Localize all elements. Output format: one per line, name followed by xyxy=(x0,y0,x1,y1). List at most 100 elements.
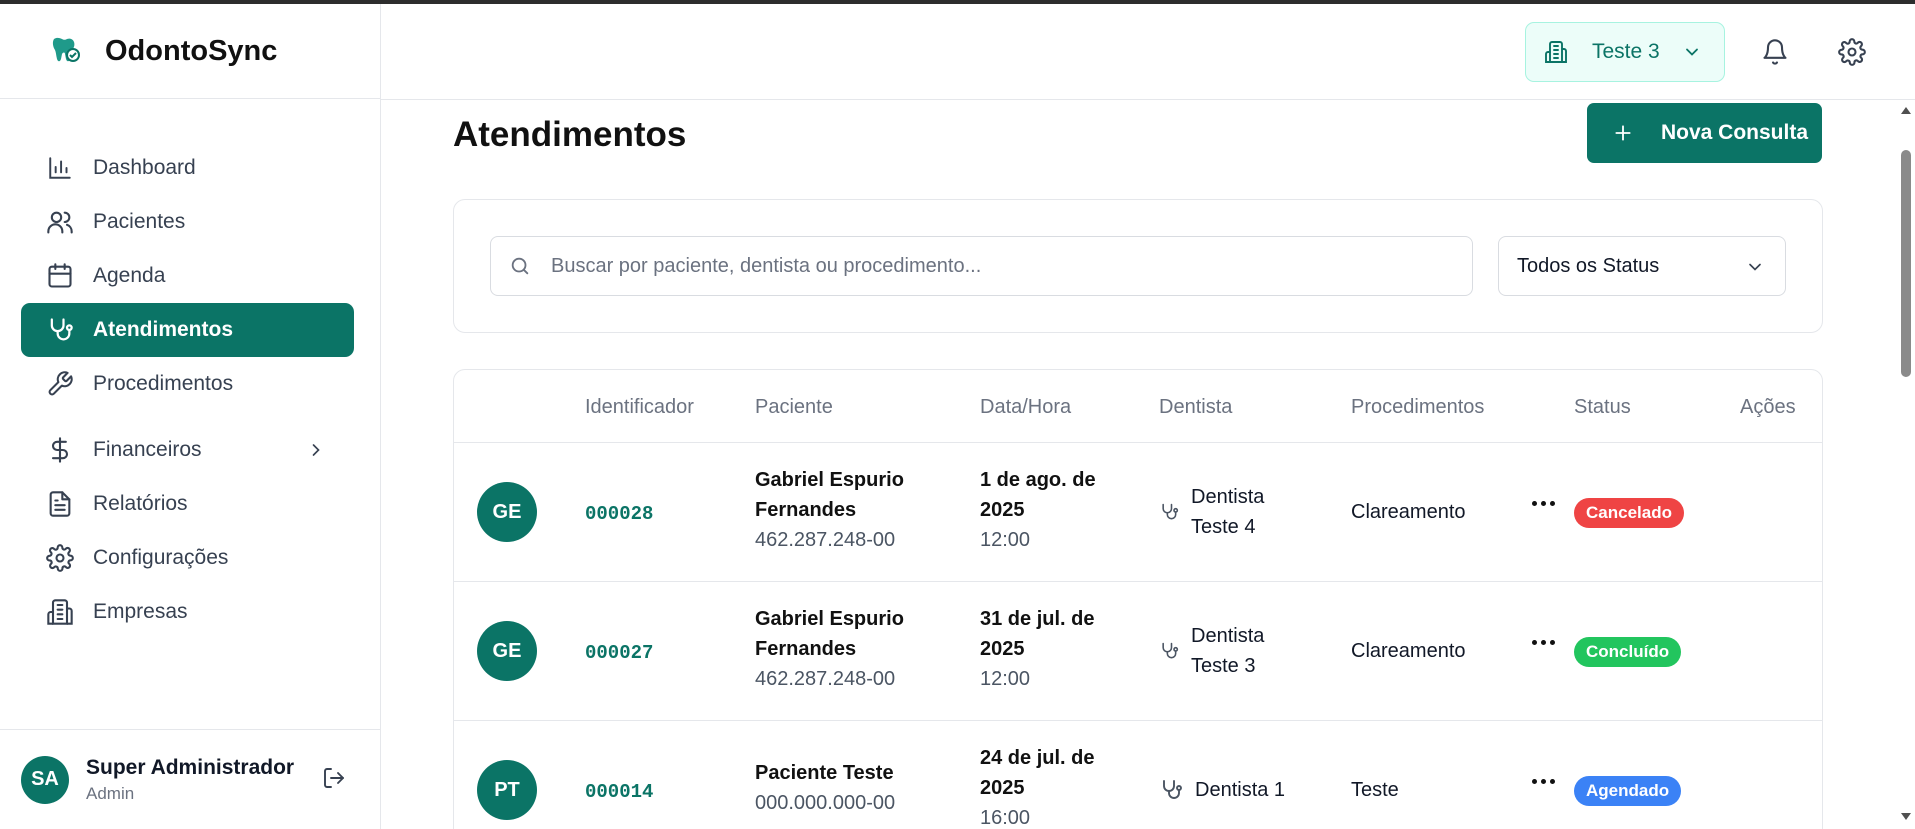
stethoscope-icon xyxy=(45,315,75,345)
appointment-id[interactable]: 000028 xyxy=(585,503,653,525)
sidebar-item-atendimentos[interactable]: Atendimentos xyxy=(21,303,354,357)
appointment-date: 31 de jul. de xyxy=(980,608,1095,630)
procedure-cell: Clareamento xyxy=(1351,640,1466,662)
appointments-table: Identificador Paciente Data/Hora Dentist… xyxy=(453,369,1823,829)
sidebar-item-procedimentos[interactable]: Procedimentos xyxy=(21,357,354,411)
logout-icon[interactable] xyxy=(322,766,346,795)
company-name: Teste 3 xyxy=(1592,40,1660,63)
dollar-icon xyxy=(45,435,75,465)
top-header: Teste 3 xyxy=(381,4,1915,100)
status-filter-value: Todos os Status xyxy=(1517,254,1660,277)
dentist-name: Teste 3 xyxy=(1191,655,1256,677)
avatar: SA xyxy=(21,755,69,804)
appointment-time: 12:00 xyxy=(980,668,1031,690)
sidebar-item-dashboard[interactable]: Dashboard xyxy=(21,141,354,195)
building-icon xyxy=(45,597,75,627)
sidebar-item-label: Configurações xyxy=(93,546,229,569)
scroll-down-arrow-icon[interactable] xyxy=(1901,813,1911,820)
sidebar-item-label: Agenda xyxy=(93,264,166,287)
table-row[interactable]: PT 000014 Paciente Teste 000.000.000-00 … xyxy=(454,721,1822,829)
patient-name: Gabriel Espurio xyxy=(755,608,904,630)
appointment-time: 12:00 xyxy=(980,529,1031,551)
scroll-up-arrow-icon[interactable] xyxy=(1901,107,1911,114)
sidebar-item-label: Pacientes xyxy=(93,210,186,233)
stethoscope-icon xyxy=(1159,778,1183,802)
appointment-id[interactable]: 000014 xyxy=(585,781,653,803)
dentist-name: Dentista xyxy=(1191,625,1265,647)
appointment-time: 16:00 xyxy=(980,807,1031,829)
patient-name: Paciente Teste xyxy=(755,762,894,784)
column-header[interactable]: Data/Hora xyxy=(980,396,1071,419)
patient-cpf: 000.000.000-00 xyxy=(755,792,896,814)
row-actions-menu-icon[interactable] xyxy=(1532,779,1555,784)
status-badge: Agendado xyxy=(1574,776,1682,806)
gear-icon[interactable] xyxy=(1838,38,1866,71)
user-role: Admin xyxy=(86,783,135,803)
row-actions-menu-icon[interactable] xyxy=(1532,640,1555,645)
appointment-date: 2025 xyxy=(980,638,1025,660)
column-header[interactable]: Procedimentos xyxy=(1351,396,1484,419)
table-row[interactable]: GE 000028 Gabriel Espurio Fernandes 462.… xyxy=(454,443,1822,582)
new-consultation-button[interactable]: Nova Consulta xyxy=(1587,103,1822,163)
vertical-scrollbar[interactable] xyxy=(1897,100,1915,829)
avatar: GE xyxy=(477,482,537,542)
wrench-icon xyxy=(45,369,75,399)
sidebar-nav: Dashboard Pacientes Agenda Atendimentos … xyxy=(0,99,380,639)
file-text-icon xyxy=(45,489,75,519)
appointment-id[interactable]: 000027 xyxy=(585,642,653,664)
column-header[interactable]: Paciente xyxy=(755,396,833,419)
sidebar-item-label: Procedimentos xyxy=(93,372,234,395)
patient-cell: Gabriel Espurio Fernandes 462.287.248-00 xyxy=(755,604,904,694)
brand[interactable]: OdontoSync xyxy=(0,4,380,99)
patient-cpf: 462.287.248-00 xyxy=(755,529,896,551)
dentist-cell: Dentista Teste 3 xyxy=(1159,621,1264,681)
users-icon xyxy=(45,207,75,237)
patient-name: Gabriel Espurio xyxy=(755,469,904,491)
appointment-date: 24 de jul. de xyxy=(980,747,1095,769)
column-header[interactable]: Dentista xyxy=(1159,396,1232,419)
filter-card: Todos os Status xyxy=(453,199,1823,333)
dentist-name: Dentista 1 xyxy=(1195,779,1286,801)
patient-cell: Gabriel Espurio Fernandes 462.287.248-00 xyxy=(755,465,904,555)
chevron-down-icon xyxy=(1682,42,1702,62)
appointment-date: 2025 xyxy=(980,777,1025,799)
calendar-icon xyxy=(45,261,75,291)
tooth-logo-icon xyxy=(45,31,85,71)
column-header[interactable]: Identificador xyxy=(585,396,694,419)
bell-icon[interactable] xyxy=(1761,38,1789,71)
table-row[interactable]: GE 000027 Gabriel Espurio Fernandes 462.… xyxy=(454,582,1822,721)
search-box xyxy=(490,236,1473,296)
appointment-date: 2025 xyxy=(980,499,1025,521)
appointment-date: 1 de ago. de xyxy=(980,469,1096,491)
sidebar-item-empresas[interactable]: Empresas xyxy=(21,585,354,639)
dentist-cell: Dentista 1 xyxy=(1159,775,1285,805)
page-title: Atendimentos xyxy=(453,115,687,154)
search-icon xyxy=(509,255,531,277)
stethoscope-icon xyxy=(1159,502,1179,522)
row-actions-menu-icon[interactable] xyxy=(1532,501,1555,506)
sidebar-item-configuracoes[interactable]: Configurações xyxy=(21,531,354,585)
table-header: Identificador Paciente Data/Hora Dentist… xyxy=(454,370,1822,443)
plus-icon xyxy=(1613,123,1633,143)
sidebar-item-relatorios[interactable]: Relatórios xyxy=(21,477,354,531)
status-filter-select[interactable]: Todos os Status xyxy=(1498,236,1786,296)
patient-cell: Paciente Teste 000.000.000-00 xyxy=(755,758,895,818)
avatar: PT xyxy=(477,760,537,820)
user-profile: SA Super Administrador Admin xyxy=(0,729,380,829)
patient-name: Fernandes xyxy=(755,499,857,521)
sidebar-item-pacientes[interactable]: Pacientes xyxy=(21,195,354,249)
dentist-name: Teste 4 xyxy=(1191,516,1256,538)
scrollbar-thumb[interactable] xyxy=(1901,150,1911,377)
sidebar-item-financeiros[interactable]: Financeiros xyxy=(21,423,354,477)
user-name: Super Administrador xyxy=(86,755,295,779)
search-input[interactable] xyxy=(551,254,1451,278)
new-consultation-label: Nova Consulta xyxy=(1661,121,1809,144)
column-header[interactable]: Status xyxy=(1574,396,1631,419)
bar-chart-icon xyxy=(45,153,75,183)
patient-cpf: 462.287.248-00 xyxy=(755,668,896,690)
procedure-cell: Teste xyxy=(1351,779,1399,801)
company-selector[interactable]: Teste 3 xyxy=(1525,22,1725,82)
stethoscope-icon xyxy=(1159,641,1179,661)
sidebar-item-agenda[interactable]: Agenda xyxy=(21,249,354,303)
